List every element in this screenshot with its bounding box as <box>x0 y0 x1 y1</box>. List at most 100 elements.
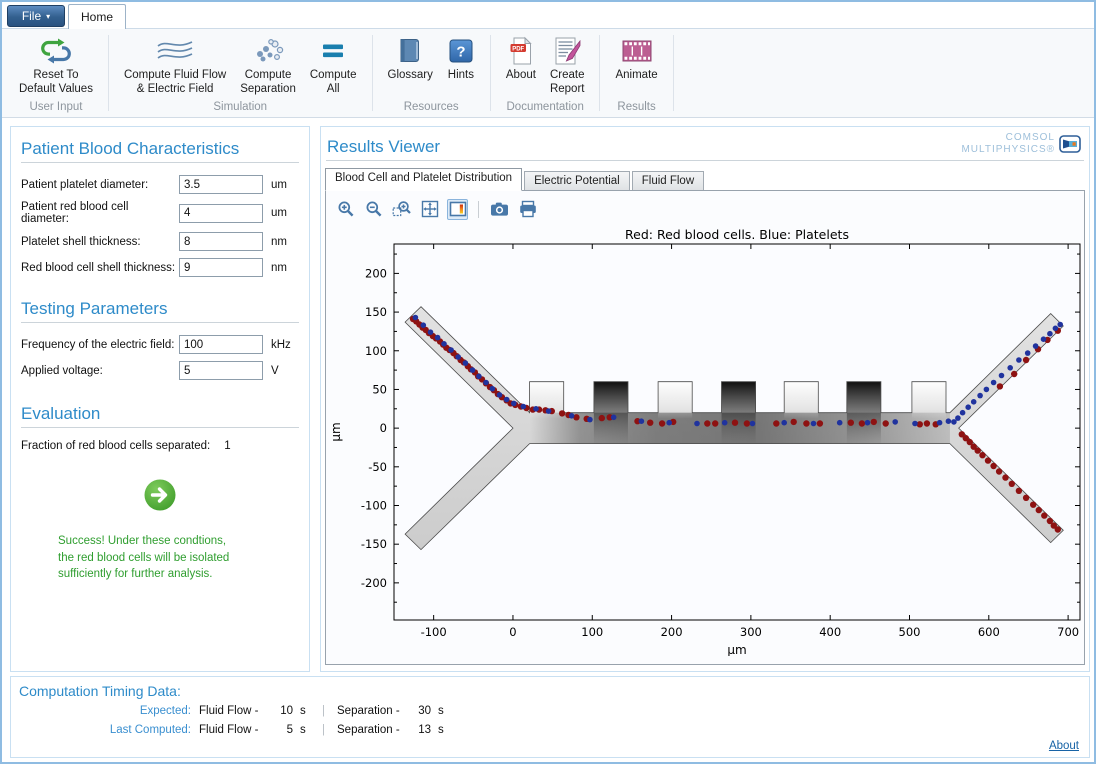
report-icon <box>552 35 582 67</box>
fraction-label: Fraction of red blood cells separated: <box>21 440 210 452</box>
animate-label: Animate <box>615 69 657 83</box>
hints-button[interactable]: ? Hints <box>442 33 480 85</box>
platelet-point <box>991 380 997 386</box>
comsol-logo-line1: COMSOL <box>961 132 1055 144</box>
voltage-input[interactable] <box>179 361 263 380</box>
show-legend-icon[interactable] <box>447 199 468 220</box>
about-doc-button[interactable]: PDF About <box>501 33 541 85</box>
tab-fluid-flow[interactable]: Fluid Flow <box>632 171 704 191</box>
fluid-flow-unit: s <box>300 705 310 717</box>
compute-fluid-flow-button[interactable]: Compute Fluid Flow & Electric Field <box>119 33 231 99</box>
question-icon: ? <box>447 35 475 67</box>
platelet-point <box>999 373 1005 379</box>
platelet-point <box>977 393 983 399</box>
glossary-button[interactable]: Glossary <box>383 33 438 85</box>
rbc-point <box>712 420 718 426</box>
platelet-point <box>428 329 434 335</box>
zoom-out-icon[interactable] <box>363 199 384 220</box>
tab-home[interactable]: Home <box>68 4 126 29</box>
field-label: Patient red blood cell diameter: <box>21 201 179 225</box>
light-electrode <box>912 382 946 419</box>
comsol-logo-icon <box>1059 135 1081 153</box>
rbc-point <box>1036 507 1042 513</box>
file-menu-label: File <box>22 9 41 23</box>
unit-label: kHz <box>271 339 299 351</box>
platelet-point <box>666 420 672 426</box>
platelet-point <box>1057 322 1063 328</box>
film-icon <box>621 35 653 67</box>
fraction-row: Fraction of red blood cells separated: 1 <box>21 440 299 452</box>
rbc-point <box>997 383 1003 389</box>
platelet-point <box>435 335 441 341</box>
rbc-point <box>996 468 1002 474</box>
about-link[interactable]: About <box>1049 740 1079 752</box>
compute-separation-button[interactable]: Compute Separation <box>235 33 301 99</box>
y-tick-label: -200 <box>361 576 387 590</box>
distribution-plot[interactable]: -1000100200300400500600700-200-150-100-5… <box>326 240 1086 656</box>
tab-electric-potential[interactable]: Electric Potential <box>524 171 630 191</box>
fluid-flow-label: Fluid Flow - <box>199 705 271 717</box>
reset-icon <box>39 35 73 67</box>
platelet-point <box>946 418 952 424</box>
divider: | <box>322 705 325 717</box>
divider <box>21 162 299 163</box>
separation-value: 30 <box>409 705 431 717</box>
platelet-point <box>470 367 476 373</box>
ribbon-group-label: Documentation <box>507 99 584 116</box>
rbc-point <box>1016 488 1022 494</box>
x-tick-label: -100 <box>421 625 447 639</box>
reset-to-default-button[interactable]: Reset To Default Values <box>14 33 98 99</box>
create-report-button[interactable]: Create Report <box>545 33 590 99</box>
platelet-point <box>483 380 489 386</box>
zoom-extents-icon[interactable] <box>419 199 440 220</box>
tab-blood-cell-distribution[interactable]: Blood Cell and Platelet Distribution <box>325 168 522 191</box>
platelet-point <box>912 421 918 427</box>
print-icon[interactable] <box>517 199 538 220</box>
ribbon-group-resources: Glossary ? Hints Resources <box>375 29 488 117</box>
platelet-point <box>937 420 943 426</box>
platelet-point <box>965 404 971 410</box>
zoom-box-icon[interactable] <box>391 199 412 220</box>
rbc-point <box>1030 502 1036 508</box>
x-tick-label: 400 <box>819 625 841 639</box>
rbc-point <box>773 420 779 426</box>
platelet-diameter-input[interactable] <box>179 175 263 194</box>
compute-all-button[interactable]: Compute All <box>305 33 362 99</box>
platelet-point <box>984 387 990 393</box>
rbc-point <box>990 463 996 469</box>
compute-all-label: Compute All <box>310 69 357 97</box>
platelet-shell-thickness-input[interactable] <box>179 232 263 251</box>
separation-label: Separation - <box>337 724 409 736</box>
reset-button-label: Reset To Default Values <box>19 69 93 97</box>
platelet-point <box>533 406 539 412</box>
frequency-input[interactable] <box>179 335 263 354</box>
comsol-logo-text: COMSOL MULTIPHYSICS® <box>961 132 1055 155</box>
rbc-point <box>1023 495 1029 501</box>
y-tick-label: 200 <box>365 266 387 280</box>
file-menu-button[interactable]: File ▾ <box>7 5 65 27</box>
platelet-point <box>865 420 871 426</box>
fraction-value: 1 <box>224 440 230 452</box>
rbc-shell-thickness-input[interactable] <box>179 258 263 277</box>
glossary-label: Glossary <box>388 69 433 83</box>
divider: | <box>322 724 325 736</box>
divider <box>21 322 299 323</box>
rbc-point <box>985 457 991 463</box>
y-tick-label: -100 <box>361 498 387 512</box>
ribbon-group-label: Results <box>617 99 655 116</box>
animate-button[interactable]: Animate <box>610 33 662 85</box>
results-viewer-panel: Results Viewer COMSOL MULTIPHYSICS® Bloo… <box>320 126 1090 672</box>
platelet-point <box>1053 326 1059 332</box>
plot-tab-panel: Red: Red blood cells. Blue: Platelets -1… <box>325 190 1085 665</box>
equals-icon <box>317 35 349 67</box>
results-tabs: Blood Cell and Platelet Distribution Ele… <box>325 169 1085 191</box>
zoom-in-icon[interactable] <box>335 199 356 220</box>
platelet-point <box>971 399 977 405</box>
y-tick-label: -50 <box>368 460 387 474</box>
tab-label: Fluid Flow <box>642 175 694 187</box>
snapshot-camera-icon[interactable] <box>489 199 510 220</box>
rbc-diameter-input[interactable] <box>179 204 263 223</box>
rbc-point <box>871 419 877 425</box>
x-tick-label: 300 <box>740 625 762 639</box>
platelet-point <box>1047 331 1053 337</box>
